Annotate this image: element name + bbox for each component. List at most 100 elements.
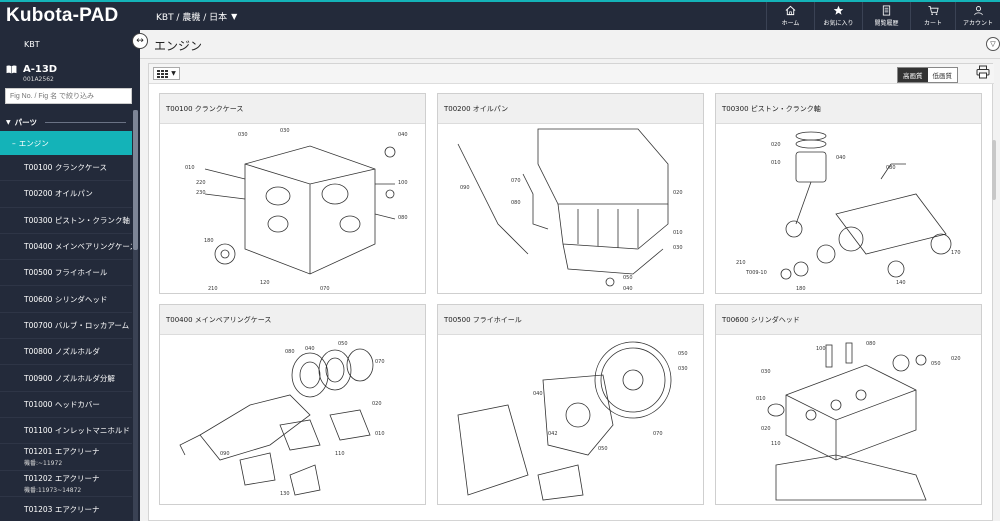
- sidebar-toggle-button[interactable]: ↔: [132, 33, 148, 49]
- sidebar-item-label: T01203 エアクリーナ: [24, 505, 100, 514]
- svg-text:040: 040: [305, 346, 315, 352]
- nav-account-button[interactable]: アカウント: [955, 2, 1000, 30]
- parts-filter-input[interactable]: [5, 88, 132, 104]
- svg-text:220: 220: [196, 180, 206, 186]
- nav-favorites-button[interactable]: お気に入り: [814, 2, 862, 30]
- sidebar-item-serial: 機番:~11972: [24, 460, 63, 468]
- book-icon: [6, 65, 17, 74]
- dash-icon: –: [12, 138, 16, 148]
- sidebar-item-label: T00500 フライホイール: [24, 268, 108, 278]
- nav-home-button[interactable]: ホーム: [766, 2, 814, 30]
- model-header: A-13D 001A2562: [6, 64, 57, 83]
- account-icon: [973, 6, 983, 16]
- nav-cart-button[interactable]: カート: [910, 2, 955, 30]
- high-quality-button[interactable]: 高画質: [898, 68, 928, 82]
- parts-section-header[interactable]: ▼ パーツ: [0, 113, 132, 131]
- nav-history-button[interactable]: 閲覧履歴: [862, 2, 910, 30]
- sidebar-item[interactable]: T01100 インレットマニホルド: [0, 418, 132, 445]
- figure-thumbnail: 050 030 040 042 050 070: [438, 335, 703, 504]
- svg-text:030: 030: [678, 366, 688, 372]
- sidebar: KBT A-13D 001A2562 ▼ パーツ – エンジン T00100 ク…: [0, 30, 140, 521]
- sidebar-item-label: エンジン: [18, 138, 49, 148]
- chevron-down-icon: ▼: [231, 12, 238, 21]
- figure-card[interactable]: T00400 メインベアリングケース 080 040 050 070 020 0…: [159, 304, 426, 505]
- view-mode-button[interactable]: ▼: [153, 67, 180, 80]
- app-logo[interactable]: Kubota-PAD: [6, 5, 118, 27]
- sidebar-scroll-thumb[interactable]: [133, 110, 138, 250]
- panel-toolbar: ▼ 高画質 低画質: [149, 64, 994, 84]
- figure-card-title: T00600 シリンダヘッド: [716, 305, 981, 335]
- svg-text:090: 090: [460, 185, 470, 191]
- sidebar-item[interactable]: T00500 フライホイール: [0, 260, 132, 287]
- sidebar-item-engine[interactable]: – エンジン: [0, 131, 132, 155]
- nav-cart-label: カート: [923, 20, 942, 27]
- svg-text:010: 010: [771, 160, 781, 166]
- sidebar-item[interactable]: T00900 ノズルホルダ分解: [0, 365, 132, 392]
- figure-thumbnail: 020 010 030 090 070 080 050 040: [438, 124, 703, 293]
- top-header: Kubota-PAD KBT / 農機 / 日本 ▼ ホーム お気に入り 閲覧履…: [0, 0, 1000, 30]
- sidebar-item[interactable]: T00700 バルブ・ロッカアーム: [0, 313, 132, 340]
- parts-tree: ▼ パーツ – エンジン T00100 クランクケース T00200 オイルパン…: [0, 113, 132, 521]
- sidebar-item[interactable]: T01000 ヘッドカバー: [0, 392, 132, 418]
- figure-card[interactable]: T00500 フライホイール 050 030 040 042 050 070: [437, 304, 704, 505]
- figure-card[interactable]: T00600 シリンダヘッド 100 080 030 050 010 020 1…: [715, 304, 982, 505]
- sidebar-item[interactable]: T00300 ピストン・クランク軸: [0, 208, 132, 234]
- figure-card-title: T00100 クランクケース: [160, 94, 425, 124]
- svg-text:040: 040: [398, 132, 408, 138]
- sidebar-item[interactable]: T01202 エアクリーナ 機番:11973~14872: [0, 471, 132, 497]
- sidebar-item[interactable]: T00100 クランクケース: [0, 155, 132, 182]
- svg-text:010: 010: [756, 396, 766, 402]
- svg-text:010: 010: [673, 230, 683, 236]
- sidebar-item[interactable]: T00800 ノズルホルダ: [0, 339, 132, 366]
- sidebar-item-label: T00200 オイルパン: [24, 189, 93, 199]
- triangle-down-icon: ▽: [990, 40, 996, 48]
- sidebar-item-label: T00300 ピストン・クランク軸: [24, 215, 130, 225]
- svg-text:050: 050: [678, 351, 688, 357]
- region-selector[interactable]: KBT / 農機 / 日本 ▼: [156, 10, 237, 23]
- sidebar-scrollbar[interactable]: [133, 110, 138, 521]
- svg-text:020: 020: [372, 401, 382, 407]
- figure-card[interactable]: T00300 ピストン・クランク軸 020 010 040 080 210 T0…: [715, 93, 982, 294]
- home-icon: [785, 5, 796, 16]
- figure-card[interactable]: T00200 オイルパン 020 010 030 090 070 080 050…: [437, 93, 704, 294]
- svg-text:010: 010: [185, 165, 195, 171]
- svg-text:030: 030: [280, 128, 290, 134]
- sidebar-item-label: T01100 インレットマニホルド: [24, 426, 130, 436]
- svg-text:020: 020: [761, 426, 771, 432]
- image-quality-toggle: 高画質 低画質: [897, 67, 958, 83]
- caret-down-icon: ▼: [6, 118, 11, 126]
- sidebar-item-label: T00900 ノズルホルダ分解: [24, 373, 115, 383]
- svg-text:070: 070: [375, 359, 385, 365]
- svg-text:110: 110: [771, 441, 781, 447]
- chevron-down-icon: ▼: [171, 70, 176, 77]
- svg-text:120: 120: [260, 280, 270, 286]
- section-divider: [44, 121, 126, 123]
- sidebar-item[interactable]: T01203 エアクリーナ: [0, 497, 132, 521]
- sidebar-item-label: T01201 エアクリーナ: [24, 447, 100, 457]
- figure-card[interactable]: T00100 クランクケース 030 030 040 010 220 230 1…: [159, 93, 426, 294]
- main-scrollbar[interactable]: [992, 140, 996, 200]
- nav-account-label: アカウント: [962, 20, 993, 27]
- svg-text:040: 040: [533, 391, 543, 397]
- svg-text:180: 180: [204, 238, 214, 244]
- figure-thumbnail: 020 010 040 080 210 T009-10 180 140 170: [716, 124, 981, 293]
- collapse-toggle-button[interactable]: ▽: [986, 37, 1000, 51]
- sidebar-item-label: T00800 ノズルホルダ: [24, 347, 100, 357]
- nav-home-label: ホーム: [781, 20, 800, 27]
- sidebar-item[interactable]: T00600 シリンダヘッド: [0, 286, 132, 313]
- svg-text:180: 180: [796, 286, 806, 292]
- cart-icon: [927, 5, 939, 15]
- print-icon[interactable]: [976, 65, 990, 79]
- svg-text:080: 080: [398, 215, 408, 221]
- svg-text:070: 070: [320, 286, 330, 292]
- sidebar-item[interactable]: T00400 メインベアリングケース: [0, 234, 132, 261]
- figure-card-title: T00500 フライホイール: [438, 305, 703, 335]
- sidebar-kbt-link[interactable]: KBT: [24, 40, 40, 49]
- low-quality-button[interactable]: 低画質: [927, 68, 957, 82]
- svg-text:140: 140: [896, 280, 906, 286]
- svg-text:080: 080: [511, 200, 521, 206]
- sidebar-item[interactable]: T00200 オイルパン: [0, 181, 132, 208]
- svg-text:030: 030: [238, 132, 248, 138]
- sidebar-item[interactable]: T01201 エアクリーナ 機番:~11972: [0, 444, 132, 471]
- svg-text:230: 230: [196, 190, 206, 196]
